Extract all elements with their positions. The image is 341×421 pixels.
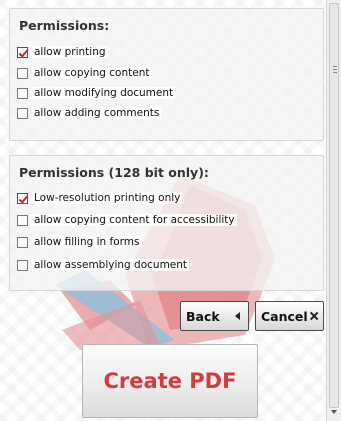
- checkbox-label: allow printing: [32, 46, 108, 58]
- checkbox-box[interactable]: [17, 87, 28, 99]
- permissions-128bit-title: Permissions (128 bit only):: [19, 165, 209, 180]
- checkbox-allow-printing[interactable]: allow printing: [17, 45, 108, 59]
- close-x-icon: [309, 311, 319, 321]
- checkbox-label: allow filling in forms: [32, 236, 142, 248]
- scrollbar-grip: [333, 69, 337, 70]
- permissions-title: Permissions:: [19, 18, 110, 33]
- checkbox-label: allow copying content for accessibility: [32, 214, 237, 226]
- checkbox-allow-assembling-document[interactable]: allow assemblying document: [17, 258, 190, 272]
- create-pdf-label: Create PDF: [103, 369, 237, 393]
- checkbox-box[interactable]: [17, 107, 28, 119]
- create-pdf-button[interactable]: Create PDF: [82, 344, 258, 418]
- scrollbar-thumb[interactable]: [329, 3, 339, 408]
- checkbox-label: allow assemblying document: [32, 259, 190, 271]
- scroll-down-arrow-icon[interactable]: [331, 410, 337, 414]
- checkbox-low-resolution-printing[interactable]: Low-resolution printing only: [17, 191, 183, 205]
- checkbox-box[interactable]: [17, 214, 28, 226]
- checkbox-box[interactable]: [17, 192, 28, 204]
- checkbox-allow-modifying-document[interactable]: allow modifying document: [17, 86, 176, 100]
- checkbox-allow-adding-comments[interactable]: allow adding comments: [17, 106, 162, 120]
- left-triangle-icon: [235, 312, 240, 320]
- checkbox-box[interactable]: [17, 67, 28, 79]
- cancel-button-label: Cancel: [261, 308, 308, 324]
- back-button[interactable]: Back: [180, 301, 249, 331]
- checkbox-box[interactable]: [17, 259, 28, 271]
- checkbox-box[interactable]: [17, 46, 28, 58]
- scrollbar-grip: [333, 66, 337, 67]
- vertical-scrollbar[interactable]: [326, 0, 341, 421]
- checkbox-label: allow copying content: [32, 67, 152, 79]
- checkbox-label: allow modifying document: [32, 87, 176, 99]
- checkbox-box[interactable]: [17, 236, 28, 248]
- scrollbar-grip: [333, 72, 337, 73]
- checkbox-allow-filling-forms[interactable]: allow filling in forms: [17, 235, 142, 249]
- back-button-label: Back: [186, 308, 220, 324]
- checkbox-allow-copying-content[interactable]: allow copying content: [17, 66, 152, 80]
- cancel-button[interactable]: Cancel: [255, 301, 324, 331]
- checkbox-label: Low-resolution printing only: [32, 192, 183, 204]
- checkbox-allow-copying-accessibility[interactable]: allow copying content for accessibility: [17, 213, 237, 227]
- checkbox-label: allow adding comments: [32, 107, 162, 119]
